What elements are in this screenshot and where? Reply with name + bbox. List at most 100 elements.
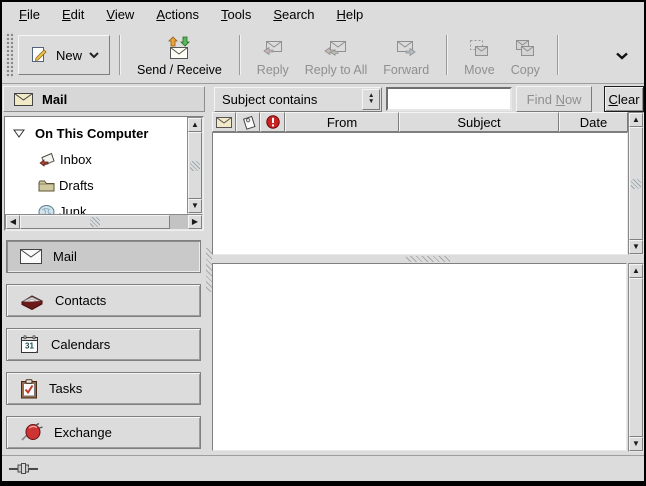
expander-triangle-icon[interactable] [13,129,25,138]
scrollbar-thumb[interactable] [629,127,643,240]
switcher-button-exchange[interactable]: Exchange [6,416,201,449]
folder-tree-horizontal-scrollbar[interactable]: ◀ ▶ [5,214,203,230]
column-message-status[interactable] [212,112,236,132]
message-list-body[interactable] [212,132,628,255]
preview-pane: ▲ ▼ [212,263,644,452]
switcher-button-contacts[interactable]: Contacts [6,284,201,317]
search-filter-value: Subject contains [215,92,362,107]
search-input[interactable] [386,87,512,111]
thumb-grip [90,217,100,227]
online-status-plug-icon[interactable] [9,462,39,475]
tasks-clipboard-icon [20,379,38,399]
move-button[interactable]: Move [456,31,503,79]
toolbar-grip[interactable] [5,32,13,78]
scrollbar-trough[interactable] [188,132,202,199]
scroll-up-arrow[interactable]: ▲ [629,264,643,278]
menu-actions[interactable]: Actions [145,3,210,26]
sidebar-pane-header: Mail [3,86,205,112]
switcher-button-calendars[interactable]: 31 Calendars [6,328,201,361]
folder-tree: On This Computer Inbox Dra [4,116,204,231]
find-now-button[interactable]: Find Now [516,86,592,112]
menu-tools[interactable]: Tools [210,3,262,26]
tree-item-drafts[interactable]: Drafts [5,172,187,198]
preview-pane-body[interactable] [212,263,627,451]
column-flag[interactable] [236,112,260,132]
scrollbar-thumb[interactable] [188,132,202,199]
dropdown-arrows-icon: ▲▼ [362,89,380,110]
forward-icon [394,38,418,60]
inbox-icon [38,152,56,167]
toolbar-overflow-button[interactable] [612,44,632,67]
forward-button[interactable]: Forward [375,31,437,79]
important-icon [266,115,280,129]
folder-tree-main: On This Computer Inbox Dra [5,117,203,214]
menu-view[interactable]: View [95,3,145,26]
column-subject[interactable]: Subject [399,112,559,132]
folder-tree-items: On This Computer Inbox Dra [5,117,187,214]
calendar-icon: 31 [20,335,40,354]
preview-pane-scrollbar[interactable]: ▲ ▼ [628,263,644,452]
tree-item-inbox[interactable]: Inbox [5,146,187,172]
exchange-plug-icon [20,423,43,442]
menu-search[interactable]: Search [262,3,325,26]
copy-label: Copy [511,63,540,77]
scroll-down-arrow[interactable]: ▼ [629,240,643,254]
main-toolbar: New Send / Receive Reply [2,27,644,84]
new-message-icon [29,45,49,65]
copy-button[interactable]: Copy [503,31,548,79]
send-receive-icon [166,36,192,60]
mail-pane: Subject contains ▲▼ Find Now Clear [212,84,644,455]
menu-help[interactable]: Help [326,3,375,26]
switcher-button-mail[interactable]: Mail [6,240,201,273]
reply-button[interactable]: Reply [249,31,297,79]
move-icon [467,38,491,60]
toolbar-separator [446,35,447,75]
chevron-down-icon [89,52,99,58]
component-switcher: Mail Contacts 31 Calendars [6,240,201,449]
menu-file[interactable]: File [8,3,51,26]
scrollbar-trough[interactable] [629,127,643,240]
horizontal-splitter[interactable] [212,255,644,263]
mail-envelope-icon [20,249,42,264]
column-date[interactable]: Date [559,112,628,132]
scroll-left-arrow[interactable]: ◀ [6,215,20,229]
column-importance[interactable] [260,112,285,132]
tree-item-on-this-computer[interactable]: On This Computer [5,120,187,146]
copy-icon [513,38,537,60]
scroll-up-arrow[interactable]: ▲ [629,113,643,127]
send-receive-button[interactable]: Send / Receive [129,31,230,79]
folder-tree-vertical-scrollbar[interactable]: ▲ ▼ [187,117,203,214]
scroll-down-arrow[interactable]: ▼ [188,199,202,213]
status-bar [2,455,644,481]
search-filter-dropdown[interactable]: Subject contains ▲▼ [214,87,382,112]
switcher-button-label: Tasks [49,381,82,396]
tree-item-junk[interactable]: Junk [5,198,187,214]
scrollbar-trough[interactable] [629,278,643,437]
folder-icon [38,179,55,192]
switcher-button-label: Calendars [51,337,110,352]
flag-note-icon [241,115,256,130]
junk-icon [38,204,55,215]
reply-to-all-button[interactable]: Reply to All [297,31,376,79]
menu-bar: File Edit View Actions Tools Search Help [2,2,644,27]
switcher-button-label: Exchange [54,425,112,440]
scroll-down-arrow[interactable]: ▼ [629,437,643,451]
tree-item-label: Inbox [60,152,92,167]
message-list: From Subject Date ▲ ▼ [212,112,644,255]
switcher-button-tasks[interactable]: Tasks [6,372,201,405]
menu-edit[interactable]: Edit [51,3,95,26]
thumb-grip [190,161,200,171]
toolbar-separator [557,35,558,75]
scroll-up-arrow[interactable]: ▲ [188,118,202,132]
new-button[interactable]: New [18,35,110,75]
scrollbar-thumb[interactable] [20,215,170,229]
scrollbar-trough[interactable] [20,215,188,229]
pane-header-label: Mail [42,92,67,107]
move-label: Move [464,63,495,77]
column-from[interactable]: From [285,112,399,132]
scroll-right-arrow[interactable]: ▶ [188,215,202,229]
message-list-scrollbar[interactable]: ▲ ▼ [628,112,644,255]
scrollbar-thumb[interactable] [629,278,643,437]
clear-button[interactable]: Clear [604,86,644,112]
message-list-header: From Subject Date [212,112,628,132]
